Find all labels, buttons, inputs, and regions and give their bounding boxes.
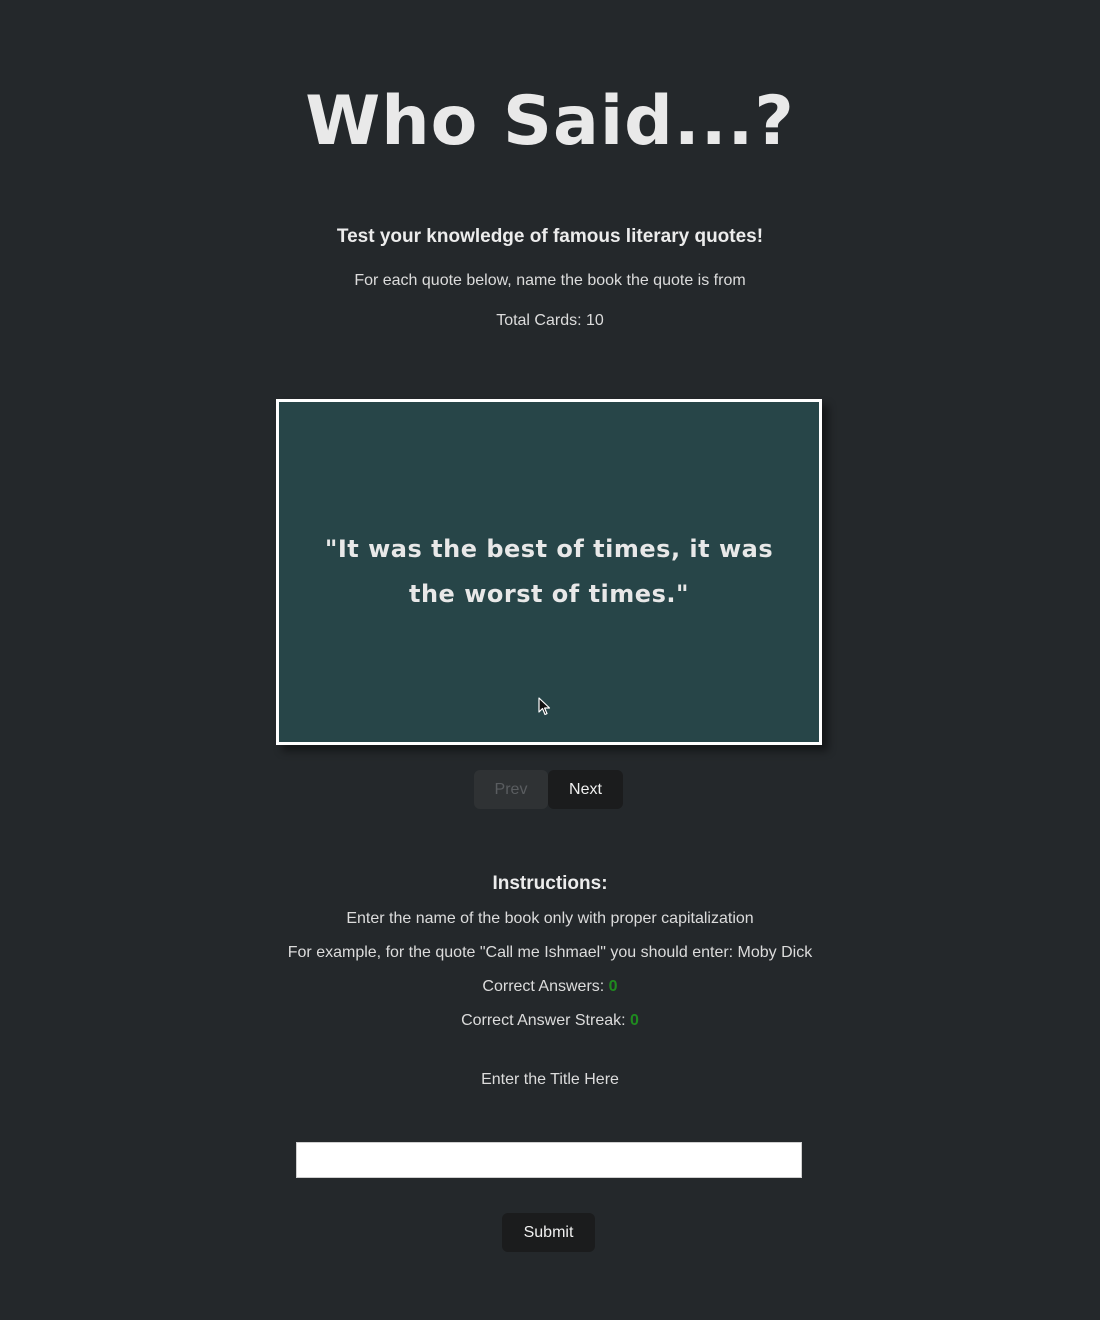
answer-streak-label: Correct Answer Streak: xyxy=(461,1012,631,1029)
mouse-cursor-icon xyxy=(538,697,551,716)
page-title: Who Said...? xyxy=(305,82,795,161)
next-button[interactable]: Next xyxy=(548,770,623,809)
flashcard-page: Who Said...? Test your knowledge of famo… xyxy=(0,0,1100,1320)
correct-answers: Correct Answers: 0 xyxy=(0,978,1100,996)
correct-answers-label: Correct Answers: xyxy=(482,978,609,995)
submit-button[interactable]: Submit xyxy=(502,1213,595,1252)
total-cards: Total Cards: 10 xyxy=(496,312,604,329)
quote-card[interactable]: "It was the best of times, it was the wo… xyxy=(276,399,822,745)
correct-answers-count: 0 xyxy=(608,978,618,995)
instructions-line-1: Enter the name of the book only with pro… xyxy=(346,910,754,927)
instructions-line-2: For example, for the quote "Call me Ishm… xyxy=(287,944,813,961)
answer-streak: Correct Answer Streak: 0 xyxy=(0,1012,1100,1030)
prev-button[interactable]: Prev xyxy=(474,770,548,809)
quote-text: "It was the best of times, it was the wo… xyxy=(324,535,774,608)
answer-streak-count: 0 xyxy=(630,1012,639,1029)
instructions-heading: Instructions: xyxy=(492,873,608,894)
card-navigation: Prev Next xyxy=(474,770,623,809)
title-input-label: Enter the Title Here xyxy=(481,1071,619,1088)
tagline: Test your knowledge of famous literary q… xyxy=(336,226,764,247)
subtext: For each quote below, name the book the … xyxy=(354,272,746,289)
title-input[interactable] xyxy=(296,1142,802,1178)
